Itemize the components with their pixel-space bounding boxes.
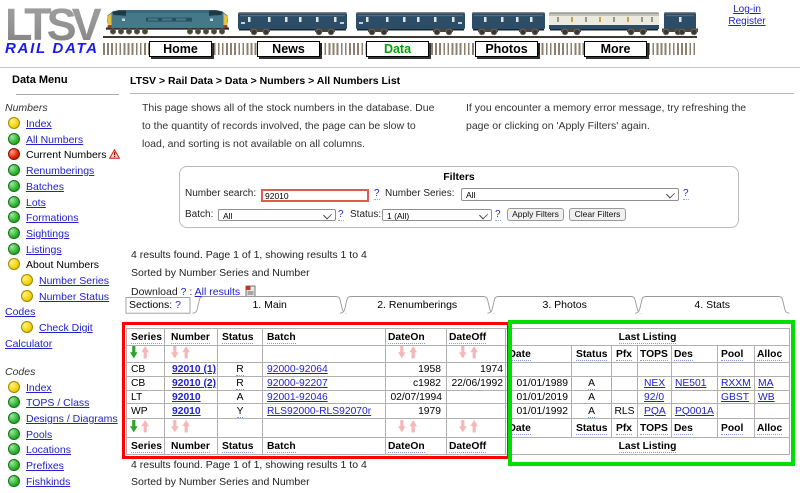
svg-text:4. Stats: 4. Stats xyxy=(694,299,730,311)
svg-text:Sections: ?: Sections: ? xyxy=(129,299,181,311)
svg-text:1. Main: 1. Main xyxy=(252,299,287,311)
svg-text:3. Photos: 3. Photos xyxy=(543,299,587,311)
svg-text:2. Renumberings: 2. Renumberings xyxy=(377,299,457,311)
svg-text:LTSV: LTSV xyxy=(6,2,102,42)
